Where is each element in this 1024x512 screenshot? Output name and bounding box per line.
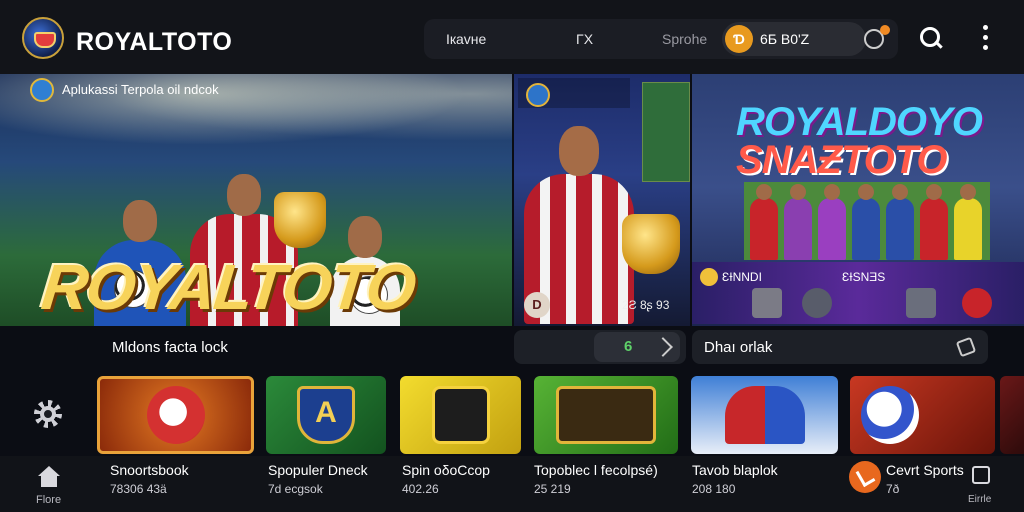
game-card-sa[interactable]	[400, 376, 521, 454]
game-card-family[interactable]	[534, 376, 678, 454]
game-card-sportsbook[interactable]	[97, 376, 254, 454]
bottom-item-6[interactable]: Cevrt Sports 7ð	[886, 462, 964, 496]
shield-icon	[802, 288, 832, 318]
link-pill-label: Dhaı orlak	[704, 339, 773, 356]
count-value: 6	[624, 338, 633, 355]
game-card-sports[interactable]	[850, 376, 995, 454]
brand-name[interactable]: ROYALTOTO	[76, 28, 232, 57]
hero-banner[interactable]: Aplukassi Terpola oil ndcok ROYALTOTO	[0, 74, 512, 326]
count-pill-inner: 6	[594, 332, 680, 362]
club-badge-icon	[526, 83, 550, 107]
card-icon	[752, 288, 782, 318]
nav-item-1[interactable]: Ікavнe	[446, 31, 486, 47]
club-badge-icon	[30, 78, 54, 102]
home-button[interactable]: Flore	[26, 464, 72, 508]
game-card-football[interactable]	[691, 376, 838, 454]
top-nav: Ікavнe ΓΧ Sprohe Ɗ 6Ƃ B0'Z	[424, 19, 898, 59]
link-pill[interactable]: Dhaı orlak	[692, 330, 988, 364]
last-nav-button[interactable]: Eirrle	[962, 464, 1002, 508]
home-icon	[38, 466, 60, 488]
nav-item-2[interactable]: ΓΧ	[576, 31, 593, 47]
bottom-item-1[interactable]: Snoortsbook 78306 43ä	[110, 462, 189, 496]
players-icon	[724, 386, 805, 444]
balance-pill[interactable]: Ɗ 6Ƃ B0'Z	[722, 22, 866, 56]
sa-emblem-icon	[431, 386, 490, 444]
trophy-icon	[274, 192, 326, 248]
trophy-icon	[622, 214, 680, 274]
banner-title-line2: SNAƵTOTO	[736, 138, 948, 182]
game-card-extra[interactable]	[1000, 376, 1024, 454]
team-badge-icon	[962, 288, 992, 318]
sportsbook-emblem-icon	[146, 386, 205, 444]
last-nav-label: Eirrle	[968, 494, 992, 505]
search-icon[interactable]	[918, 25, 944, 51]
top-bar: ROYALTOTO Ікavнe ΓΧ Sprohe Ɗ 6Ƃ B0'Z	[0, 0, 1024, 74]
ball-icon	[861, 386, 919, 444]
banner-strip: ƐƗNNDI ƐƗSNƎS	[692, 262, 1024, 324]
brand-logo-icon[interactable]	[22, 17, 64, 59]
bottom-item-3[interactable]: Spin oδoCcop 402.26	[402, 462, 490, 496]
home-label: Flore	[36, 494, 62, 506]
family-sign-icon	[556, 386, 656, 444]
balance-value: 6Ƃ B0'Z	[760, 31, 810, 47]
bottom-item-2[interactable]: Spopuler Dneck 7d ecgsok	[268, 462, 368, 496]
more-menu-icon[interactable]	[982, 25, 990, 53]
notification-dot-icon	[880, 25, 890, 35]
tablet-icon	[972, 466, 990, 484]
external-link-icon[interactable]	[955, 336, 977, 358]
hero-title: ROYALTOTO	[38, 251, 418, 323]
coin-icon	[700, 268, 718, 286]
a-shield-icon: A	[297, 386, 355, 444]
bottom-item-4[interactable]: Topoblec l fecolpsé) 25 219	[534, 462, 658, 496]
banner-number: 2Ƨ 8ʂ 93	[622, 298, 670, 312]
hero-tag-text: Aplukassi Terpola oil ndcok	[62, 82, 219, 97]
section-title: Mldons facta lock	[112, 339, 228, 356]
banner-label-strip	[518, 78, 630, 108]
nav-item-3[interactable]: Sprohe	[662, 31, 707, 47]
banner-badge: D	[524, 292, 550, 318]
bottom-item-5[interactable]: Tavob blaplok 208 180	[692, 462, 778, 496]
strip-tag-2: ƐƗSNƎS	[842, 270, 886, 284]
game-card-a-shield[interactable]: A	[266, 376, 386, 454]
promo-banner-right[interactable]: ROYALDOYO SNAƵTOTO ƐƗNNDI ƐƗSNƎS	[692, 74, 1024, 326]
player-thumbnail	[642, 82, 690, 182]
arrow-right-icon[interactable]	[653, 337, 673, 357]
sports-icon[interactable]	[849, 461, 881, 493]
coin-icon: Ɗ	[725, 25, 753, 53]
ticket-icon	[906, 288, 936, 318]
promo-banner-middle[interactable]: D 2Ƨ 8ʂ 93	[514, 74, 690, 326]
settings-gear-icon[interactable]	[30, 396, 66, 432]
team-photo	[744, 182, 990, 260]
count-pill: 6	[514, 330, 686, 364]
